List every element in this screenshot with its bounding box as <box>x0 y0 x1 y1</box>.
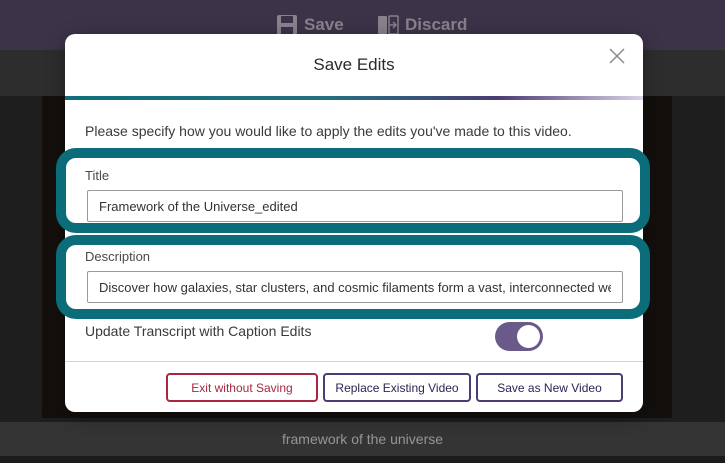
dialog-title: Save Edits <box>313 55 395 74</box>
exit-without-saving-button[interactable]: Exit without Saving <box>166 373 318 402</box>
transcript-toggle[interactable] <box>495 322 543 351</box>
close-icon <box>609 48 625 64</box>
transcript-toggle-label: Update Transcript with Caption Edits <box>85 323 312 339</box>
save-as-new-video-button[interactable]: Save as New Video <box>476 373 623 402</box>
description-label: Description <box>85 249 151 264</box>
title-input[interactable] <box>87 190 623 222</box>
title-label: Title <box>85 168 110 183</box>
description-input[interactable] <box>87 271 623 303</box>
close-button[interactable] <box>607 46 627 66</box>
replace-existing-video-button[interactable]: Replace Existing Video <box>323 373 471 402</box>
dialog-instructions: Please specify how you would like to app… <box>85 123 572 139</box>
footer-divider <box>65 361 643 362</box>
toggle-knob <box>517 325 540 348</box>
title-divider <box>65 96 643 100</box>
save-edits-dialog: Save Edits Please specify how you would … <box>56 34 650 412</box>
